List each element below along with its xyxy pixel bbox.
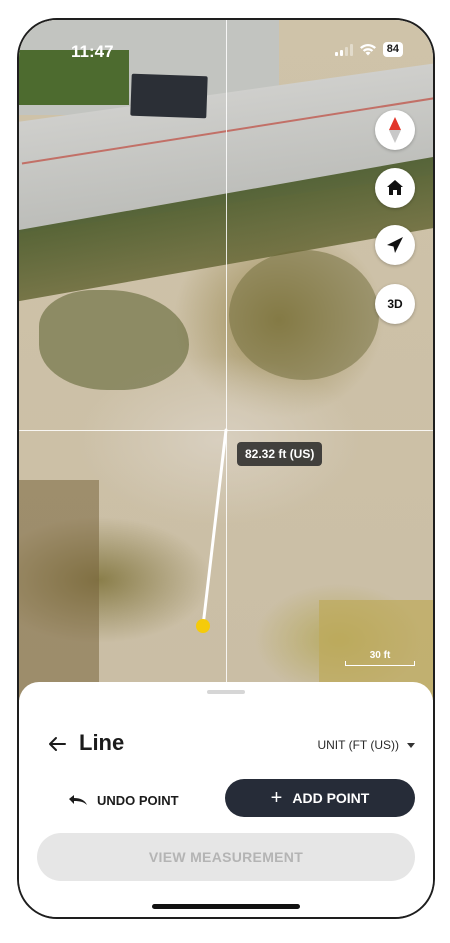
battery-indicator: 84	[382, 42, 403, 57]
wifi-icon	[359, 44, 376, 56]
scale-label: 30 ft	[369, 650, 391, 661]
add-point-label: ADD POINT	[292, 790, 370, 806]
undo-point-label: UNDO POINT	[97, 792, 179, 808]
plus-icon: +	[270, 787, 283, 809]
cellular-signal-icon	[334, 43, 353, 56]
home-button[interactable]	[375, 168, 415, 208]
sheet-title: Line	[79, 730, 125, 755]
map-scale: 30 ft	[345, 650, 415, 666]
locate-button[interactable]	[375, 225, 415, 265]
view-measurement-button[interactable]: VIEW MEASUREMENT	[37, 833, 415, 881]
phone-frame: 82.32 ft (US) 11:47 84 3D 30 ft Line UNI…	[17, 18, 435, 919]
undo-icon	[69, 795, 87, 805]
unit-selector[interactable]: UNIT (FT (US))	[317, 738, 415, 752]
add-point-button[interactable]: + ADD POINT	[225, 779, 415, 817]
undo-point-button[interactable]: UNDO POINT	[67, 785, 179, 815]
sheet-grabber[interactable]	[207, 690, 245, 694]
chevron-down-icon	[407, 742, 415, 748]
status-time: 11:47	[71, 42, 114, 61]
scale-bar	[345, 661, 415, 666]
measurement-segment	[201, 428, 228, 628]
status-icons: 84	[334, 42, 403, 57]
view-measurement-label: VIEW MEASUREMENT	[148, 849, 304, 865]
measurement-line	[196, 428, 228, 633]
home-icon	[387, 180, 403, 195]
back-arrow-icon[interactable]	[47, 734, 67, 754]
3d-label: 3D	[387, 297, 403, 311]
measurement-label: 82.32 ft (US)	[237, 442, 323, 466]
bottom-sheet: Line UNIT (FT (US)) UNDO POINT + ADD POI…	[19, 682, 433, 917]
unit-label: UNIT (FT (US))	[317, 738, 399, 752]
aerial-map[interactable]: 82.32 ft (US) 11:47 84 3D 30 ft	[19, 20, 433, 700]
home-indicator	[152, 904, 300, 909]
compass-icon	[389, 117, 401, 143]
location-arrow-icon	[387, 237, 403, 253]
toggle-3d-button[interactable]: 3D	[375, 284, 415, 324]
measurement-point[interactable]	[196, 619, 210, 633]
compass-button[interactable]	[375, 110, 415, 150]
